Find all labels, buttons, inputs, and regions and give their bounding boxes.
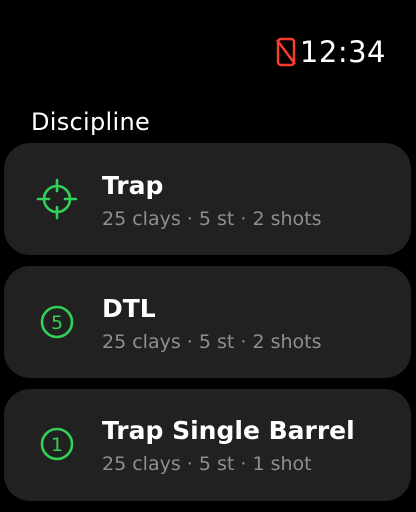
status-bar: 12:34 (275, 34, 386, 70)
list-item-trap[interactable]: Trap 25 clays · 5 st · 2 shots (4, 143, 411, 255)
item-subtitle: 25 clays · 5 st · 2 shots (102, 331, 322, 353)
item-subtitle: 25 clays · 5 st · 2 shots (102, 208, 322, 230)
discipline-list: Trap 25 clays · 5 st · 2 shots 5 DTL 25 … (4, 143, 411, 512)
item-title: Trap Single Barrel (102, 416, 355, 445)
circled-five-icon: 5 (36, 301, 78, 343)
item-subtitle: 25 clays · 5 st · 1 shot (102, 453, 312, 475)
list-item-dtl[interactable]: 5 DTL 25 clays · 5 st · 2 shots (4, 266, 411, 378)
item-title: DTL (102, 294, 156, 323)
item-title: Trap (102, 171, 164, 200)
circled-one-icon: 1 (36, 423, 78, 465)
svg-text:5: 5 (51, 312, 63, 334)
clock: 12:34 (299, 35, 386, 69)
svg-text:1: 1 (51, 434, 63, 456)
phone-disconnected-icon (275, 37, 296, 67)
crosshair-icon (36, 178, 78, 220)
section-title: Discipline (31, 108, 151, 136)
list-item-trap-single-barrel[interactable]: 1 Trap Single Barrel 25 clays · 5 st · 1… (4, 389, 411, 501)
